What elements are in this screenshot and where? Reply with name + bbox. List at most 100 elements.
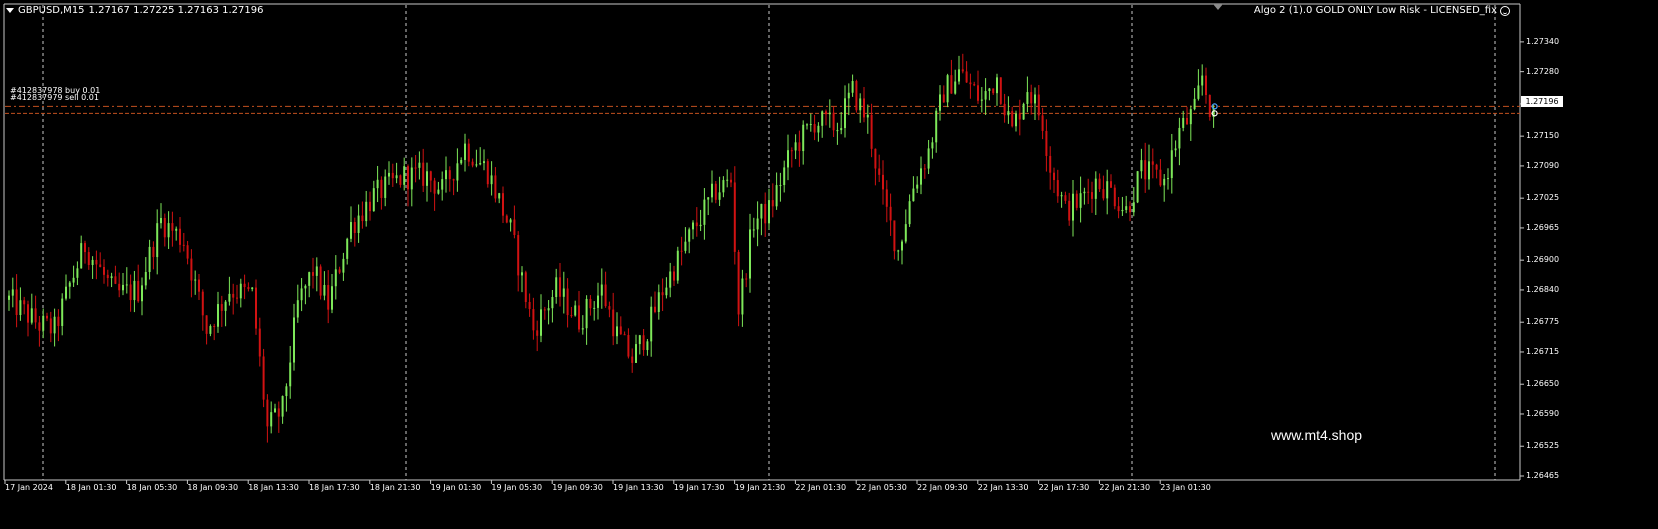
candle-body — [167, 223, 170, 238]
order-label-sell: #412837979 sell 0.01 — [10, 93, 99, 102]
candle-body — [1056, 180, 1059, 197]
candle-body — [988, 88, 991, 92]
candle-body — [118, 283, 121, 291]
candle-body — [376, 179, 379, 189]
smiley-icon[interactable] — [1500, 5, 1510, 16]
candle-body — [650, 306, 653, 342]
candle-body — [984, 91, 987, 100]
candle-body — [551, 296, 554, 309]
candle-body — [403, 166, 406, 185]
candle-body — [1148, 161, 1150, 180]
candle-body — [950, 75, 953, 94]
candle-body — [707, 197, 710, 200]
candle-body — [1189, 109, 1192, 125]
candle-body — [752, 229, 755, 231]
price-tick-label: 1.27025 — [1526, 193, 1560, 203]
price-tick-label: 1.27150 — [1526, 131, 1560, 141]
triangle-down-icon[interactable] — [6, 8, 14, 13]
candle-body — [768, 200, 770, 224]
candle-body — [863, 98, 865, 118]
time-tick-label: 22 Jan 09:30 — [917, 483, 968, 492]
candle-body — [931, 142, 934, 149]
candle-body — [733, 182, 736, 252]
candle-body — [1030, 92, 1033, 104]
candle-body — [1053, 172, 1055, 181]
candle-body — [1110, 181, 1112, 188]
candle-body — [152, 246, 155, 258]
candle-body — [42, 315, 45, 331]
candle-body — [129, 284, 132, 301]
chart-shift-marker-icon[interactable] — [1213, 4, 1223, 10]
candle-body — [483, 161, 485, 164]
candle-body — [239, 283, 242, 299]
candle-body — [1205, 75, 1207, 96]
price-tick-label: 1.26650 — [1526, 379, 1560, 389]
candle-body — [1155, 164, 1158, 170]
candle-body — [30, 308, 33, 323]
candle-body — [125, 284, 128, 286]
candle-body — [1186, 117, 1188, 125]
candle-body — [946, 75, 949, 103]
candle-body — [460, 159, 463, 164]
price-tick-label: 1.26525 — [1526, 441, 1560, 451]
candle-body — [1083, 191, 1086, 194]
candle-body — [1163, 178, 1166, 186]
chart-canvas[interactable] — [0, 0, 1658, 529]
candle-body — [452, 179, 455, 181]
candle-body — [699, 224, 702, 227]
candle-body — [1174, 148, 1177, 151]
price-tick-label: 1.27090 — [1526, 160, 1560, 170]
candle-body — [414, 167, 417, 169]
candle-body — [1106, 181, 1109, 199]
time-tick-label: 22 Jan 01:30 — [795, 483, 847, 492]
candle-body — [1125, 206, 1128, 210]
candle-body — [350, 222, 352, 239]
current-price-tag: 1.27196 — [1521, 96, 1563, 107]
time-tick-label: 18 Jan 05:30 — [126, 483, 178, 492]
time-tick-label: 23 Jan 01:30 — [1160, 483, 1211, 492]
candle-body — [764, 203, 767, 224]
candle-body — [224, 301, 227, 311]
candle-body — [958, 69, 960, 82]
candle-body — [775, 185, 778, 207]
candle-body — [8, 295, 10, 300]
candle-body — [1151, 161, 1154, 165]
candle-body — [380, 179, 383, 198]
candle-body — [703, 199, 706, 225]
candle-body — [817, 125, 820, 133]
day-separators — [42, 5, 1496, 480]
candle-body — [912, 188, 915, 202]
candle-body — [46, 315, 48, 319]
candle-body — [148, 246, 151, 272]
candle-body — [182, 244, 185, 246]
candle-body — [369, 201, 371, 212]
candle-body — [137, 280, 140, 302]
candle-body — [726, 179, 729, 181]
candle-body — [334, 269, 337, 287]
candle-body — [996, 77, 998, 94]
candle-body — [243, 283, 246, 288]
candle-body — [186, 245, 189, 259]
candle-body — [741, 278, 744, 315]
candle-body — [1045, 130, 1048, 156]
time-tick-label: 19 Jan 17:30 — [673, 483, 725, 492]
candle-body — [638, 335, 641, 345]
expert-advisor-label[interactable]: Algo 2 (1).0 GOLD ONLY Low Risk - LICENS… — [1254, 5, 1510, 16]
candle-body — [490, 175, 493, 185]
candle-body — [1075, 193, 1078, 208]
chart-window[interactable]: GBPUSD,M15 1.27167 1.27225 1.27163 1.271… — [0, 0, 1658, 529]
candle-body — [1182, 117, 1185, 128]
candle-body — [144, 271, 147, 286]
candle-body — [479, 163, 482, 165]
candle-body — [395, 175, 398, 179]
price-tick-label: 1.26900 — [1526, 255, 1560, 265]
expert-advisor-name: Algo 2 (1).0 GOLD ONLY Low Risk - LICENS… — [1253, 5, 1497, 16]
candle-body — [163, 217, 166, 238]
candle-body — [220, 304, 223, 311]
candle-body — [847, 92, 850, 99]
candle-body — [308, 272, 311, 286]
candle-body — [908, 201, 911, 225]
candle-body — [1037, 94, 1040, 116]
candle-body — [855, 81, 858, 111]
symbol-header[interactable]: GBPUSD,M15 1.27167 1.27225 1.27163 1.271… — [6, 5, 264, 16]
